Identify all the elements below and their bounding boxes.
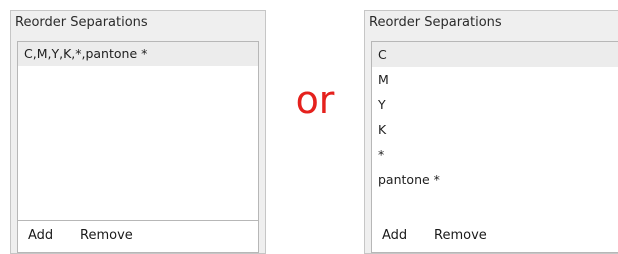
list-item[interactable]: C	[372, 42, 618, 67]
remove-button[interactable]: Remove	[434, 228, 487, 244]
add-button[interactable]: Add	[382, 228, 407, 244]
panel-title: Reorder Separations	[15, 15, 148, 30]
remove-button[interactable]: Remove	[80, 228, 133, 244]
list-item[interactable]: Y	[372, 92, 618, 117]
page: Reorder Separations C,M,Y,K,*,pantone * …	[0, 0, 618, 254]
panel-title: Reorder Separations	[369, 15, 502, 30]
add-button[interactable]: Add	[28, 228, 53, 244]
list-footer: Add Remove	[17, 221, 259, 253]
list-item[interactable]: M	[372, 67, 618, 92]
reorder-separations-panel-multi-line: Reorder Separations C M Y K * pantone * …	[364, 10, 618, 254]
list-item[interactable]: C,M,Y,K,*,pantone *	[18, 42, 258, 66]
list-footer: Add Remove	[371, 221, 618, 253]
separations-list[interactable]: C M Y K * pantone *	[371, 41, 618, 223]
list-item[interactable]: *	[372, 142, 618, 167]
separations-list[interactable]: C,M,Y,K,*,pantone *	[17, 41, 259, 221]
list-item[interactable]: K	[372, 117, 618, 142]
or-separator-text: or	[295, 78, 335, 122]
reorder-separations-panel-single-line: Reorder Separations C,M,Y,K,*,pantone * …	[10, 10, 266, 254]
list-item[interactable]: pantone *	[372, 167, 618, 192]
